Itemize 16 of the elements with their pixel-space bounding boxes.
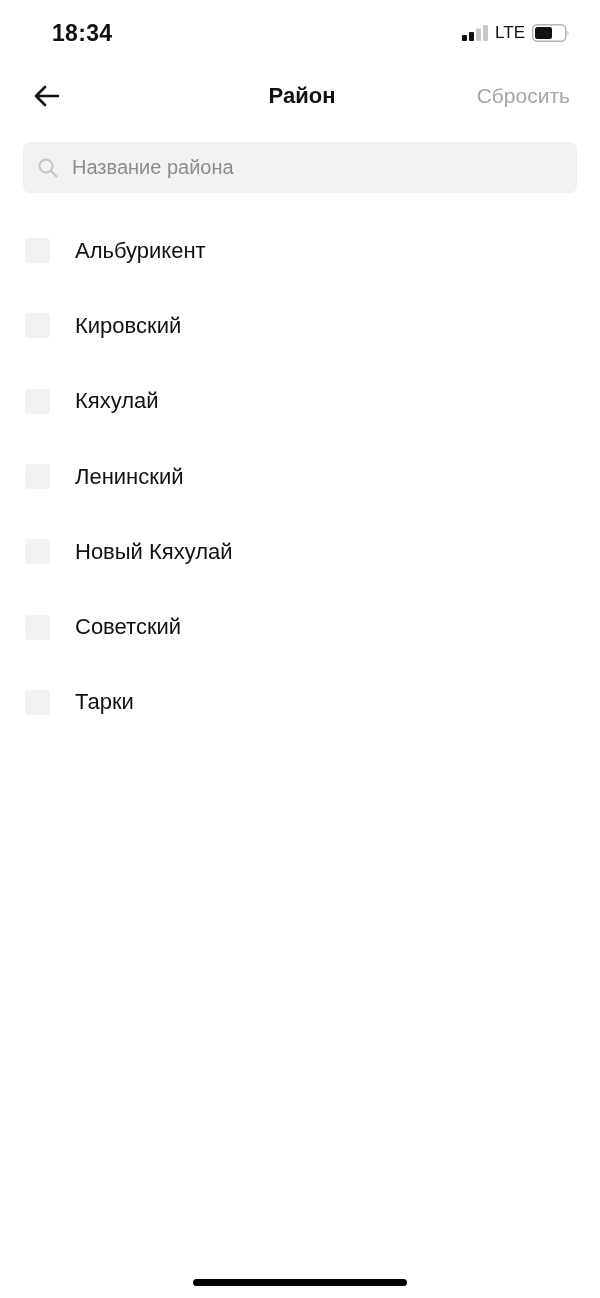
network-label: LTE: [495, 23, 525, 43]
district-name[interactable]: Альбурикент: [75, 237, 206, 264]
district-name[interactable]: Кировский: [75, 312, 182, 339]
page-title: Район: [268, 83, 336, 109]
back-arrow-icon: [34, 85, 59, 107]
back-button[interactable]: [34, 85, 59, 107]
search-field[interactable]: Название района: [23, 142, 577, 193]
search-icon: [38, 157, 58, 178]
district-name[interactable]: Новый Кяхулай: [75, 538, 233, 565]
district-name[interactable]: Кяхулай: [75, 388, 159, 415]
district-name[interactable]: Тарки: [75, 689, 134, 716]
battery-icon: [532, 24, 570, 42]
status-time: 18:34: [52, 19, 113, 47]
signal-icon: [462, 25, 489, 41]
district-name[interactable]: Советский: [75, 614, 182, 641]
district-name[interactable]: Ленинский: [75, 463, 184, 490]
